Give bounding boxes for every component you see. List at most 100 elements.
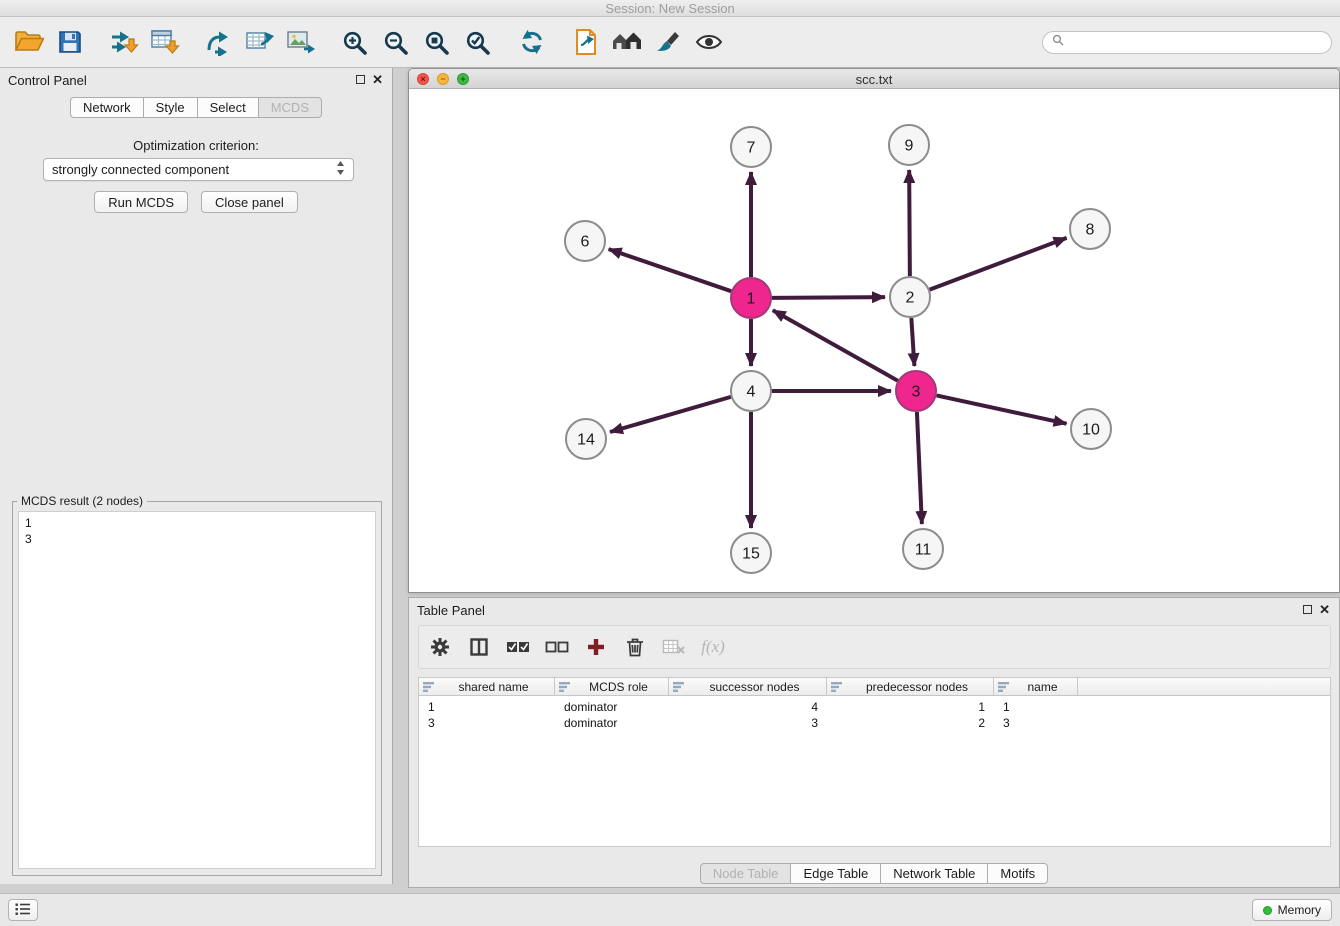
table-row[interactable]: 3dominator323 xyxy=(419,715,1330,731)
column-label: name xyxy=(1012,680,1073,694)
column-type-icon xyxy=(673,682,684,692)
mcds-result-value: 1 xyxy=(25,515,369,531)
node-3[interactable]: 3 xyxy=(896,371,936,411)
svg-text:4: 4 xyxy=(747,384,756,401)
mcds-result-box: MCDS result (2 nodes) 13 xyxy=(12,494,382,876)
zoom-out-button[interactable] xyxy=(375,21,416,63)
style-button[interactable] xyxy=(647,21,688,63)
delete-row-button[interactable] xyxy=(620,629,650,665)
edge-2-3[interactable] xyxy=(911,318,914,366)
cell: 4 xyxy=(669,700,827,714)
svg-text:8: 8 xyxy=(1086,222,1095,239)
column-header-predecessor-nodes[interactable]: predecessor nodes xyxy=(827,678,994,695)
tab-motifs[interactable]: Motifs xyxy=(988,863,1048,884)
node-1[interactable]: 1 xyxy=(731,278,771,318)
home-button[interactable] xyxy=(606,21,647,63)
mcds-result-value: 3 xyxy=(25,531,369,547)
edge-3-1[interactable] xyxy=(773,310,898,380)
task-history-button[interactable] xyxy=(8,899,38,921)
edge-1-2[interactable] xyxy=(772,297,885,298)
zoom-in-button[interactable] xyxy=(334,21,375,63)
node-15[interactable]: 15 xyxy=(731,533,771,573)
cell: 3 xyxy=(994,716,1078,730)
tab-style[interactable]: Style xyxy=(144,97,198,118)
tab-network-table[interactable]: Network Table xyxy=(881,863,988,884)
node-14[interactable]: 14 xyxy=(566,419,606,459)
table-toolbar: f(x) xyxy=(418,625,1331,669)
clear-selection-button[interactable] xyxy=(542,629,572,665)
column-header-shared-name[interactable]: shared name xyxy=(419,678,555,695)
cell: dominator xyxy=(555,700,669,714)
float-table-panel-icon[interactable] xyxy=(1303,605,1312,614)
optimization-criterion-select[interactable]: strongly connected component xyxy=(43,158,354,181)
settings-gear-button[interactable] xyxy=(425,629,455,665)
share-document-button[interactable] xyxy=(565,21,606,63)
tab-network[interactable]: Network xyxy=(70,97,144,118)
column-type-icon xyxy=(559,682,570,692)
show-columns-button[interactable] xyxy=(464,629,494,665)
node-8[interactable]: 8 xyxy=(1070,209,1110,249)
cell: 3 xyxy=(669,716,827,730)
table-panel-title: Table Panel xyxy=(417,603,485,618)
zoom-fit-button[interactable] xyxy=(416,21,457,63)
add-row-icon xyxy=(586,637,606,657)
mcds-buttons-row: Run MCDS Close panel xyxy=(0,191,392,213)
svg-text:15: 15 xyxy=(742,546,760,563)
edge-3-11[interactable] xyxy=(917,412,922,524)
node-10[interactable]: 10 xyxy=(1071,409,1111,449)
network-canvas[interactable]: 7 9 6 8 1 2 4 3 14 10 15 11 xyxy=(409,89,1339,592)
edge-4-14[interactable] xyxy=(610,397,731,432)
cell: 1 xyxy=(827,700,994,714)
search-box[interactable] xyxy=(1042,31,1332,54)
import-network-button[interactable] xyxy=(103,21,144,63)
tab-select[interactable]: Select xyxy=(198,97,259,118)
close-panel-icon[interactable]: ✕ xyxy=(372,72,383,88)
cell: 3 xyxy=(419,716,555,730)
network-view-window: × − + scc.txt 7968124314101511 xyxy=(408,68,1340,593)
network-graph: 7 9 6 8 1 2 4 3 14 10 15 11 xyxy=(409,89,1339,592)
control-panel-title: Control Panel xyxy=(8,73,87,88)
node-table: shared nameMCDS rolesuccessor nodesprede… xyxy=(418,677,1331,847)
function-builder-button: f(x) xyxy=(698,629,728,665)
export-image-button[interactable] xyxy=(280,21,321,63)
edge-2-9[interactable] xyxy=(909,170,910,276)
zoom-selected-button[interactable] xyxy=(457,21,498,63)
node-11[interactable]: 11 xyxy=(903,529,943,569)
network-from-selection-button[interactable] xyxy=(198,21,239,63)
select-all-button[interactable] xyxy=(503,629,533,665)
node-6[interactable]: 6 xyxy=(565,221,605,261)
import-table-button[interactable] xyxy=(144,21,185,63)
tab-edge-table[interactable]: Edge Table xyxy=(791,863,881,884)
node-9[interactable]: 9 xyxy=(889,125,929,165)
tab-mcds[interactable]: MCDS xyxy=(259,97,322,118)
apply-layout-button[interactable] xyxy=(511,21,552,63)
run-mcds-button[interactable]: Run MCDS xyxy=(94,191,188,213)
column-type-icon xyxy=(998,682,1009,692)
column-header-MCDS-role[interactable]: MCDS role xyxy=(555,678,669,695)
node-2[interactable]: 2 xyxy=(890,277,930,317)
mcds-result-list[interactable]: 13 xyxy=(18,511,376,869)
edge-2-8[interactable] xyxy=(930,238,1067,290)
node-4[interactable]: 4 xyxy=(731,371,771,411)
search-input[interactable] xyxy=(1069,35,1322,49)
tab-node-table[interactable]: Node Table xyxy=(700,863,792,884)
float-panel-icon[interactable] xyxy=(356,75,365,84)
export-table-button[interactable] xyxy=(239,21,280,63)
table-row[interactable]: 1dominator411 xyxy=(419,699,1330,715)
cell: dominator xyxy=(555,716,669,730)
column-header-successor-nodes[interactable]: successor nodes xyxy=(669,678,827,695)
open-file-button[interactable] xyxy=(8,21,49,63)
add-row-button[interactable] xyxy=(581,629,611,665)
search-icon xyxy=(1052,33,1064,51)
svg-text:9: 9 xyxy=(905,138,914,155)
edge-1-6[interactable] xyxy=(609,249,731,291)
node-7[interactable]: 7 xyxy=(731,127,771,167)
close-mcds-panel-button[interactable]: Close panel xyxy=(201,191,298,213)
memory-button[interactable]: Memory xyxy=(1252,899,1332,921)
column-header-name[interactable]: name xyxy=(994,678,1078,695)
edge-3-10[interactable] xyxy=(937,395,1067,423)
save-session-button[interactable] xyxy=(49,21,90,63)
svg-text:7: 7 xyxy=(747,140,756,157)
show-details-button[interactable] xyxy=(688,21,729,63)
close-table-panel-icon[interactable]: ✕ xyxy=(1319,602,1330,618)
